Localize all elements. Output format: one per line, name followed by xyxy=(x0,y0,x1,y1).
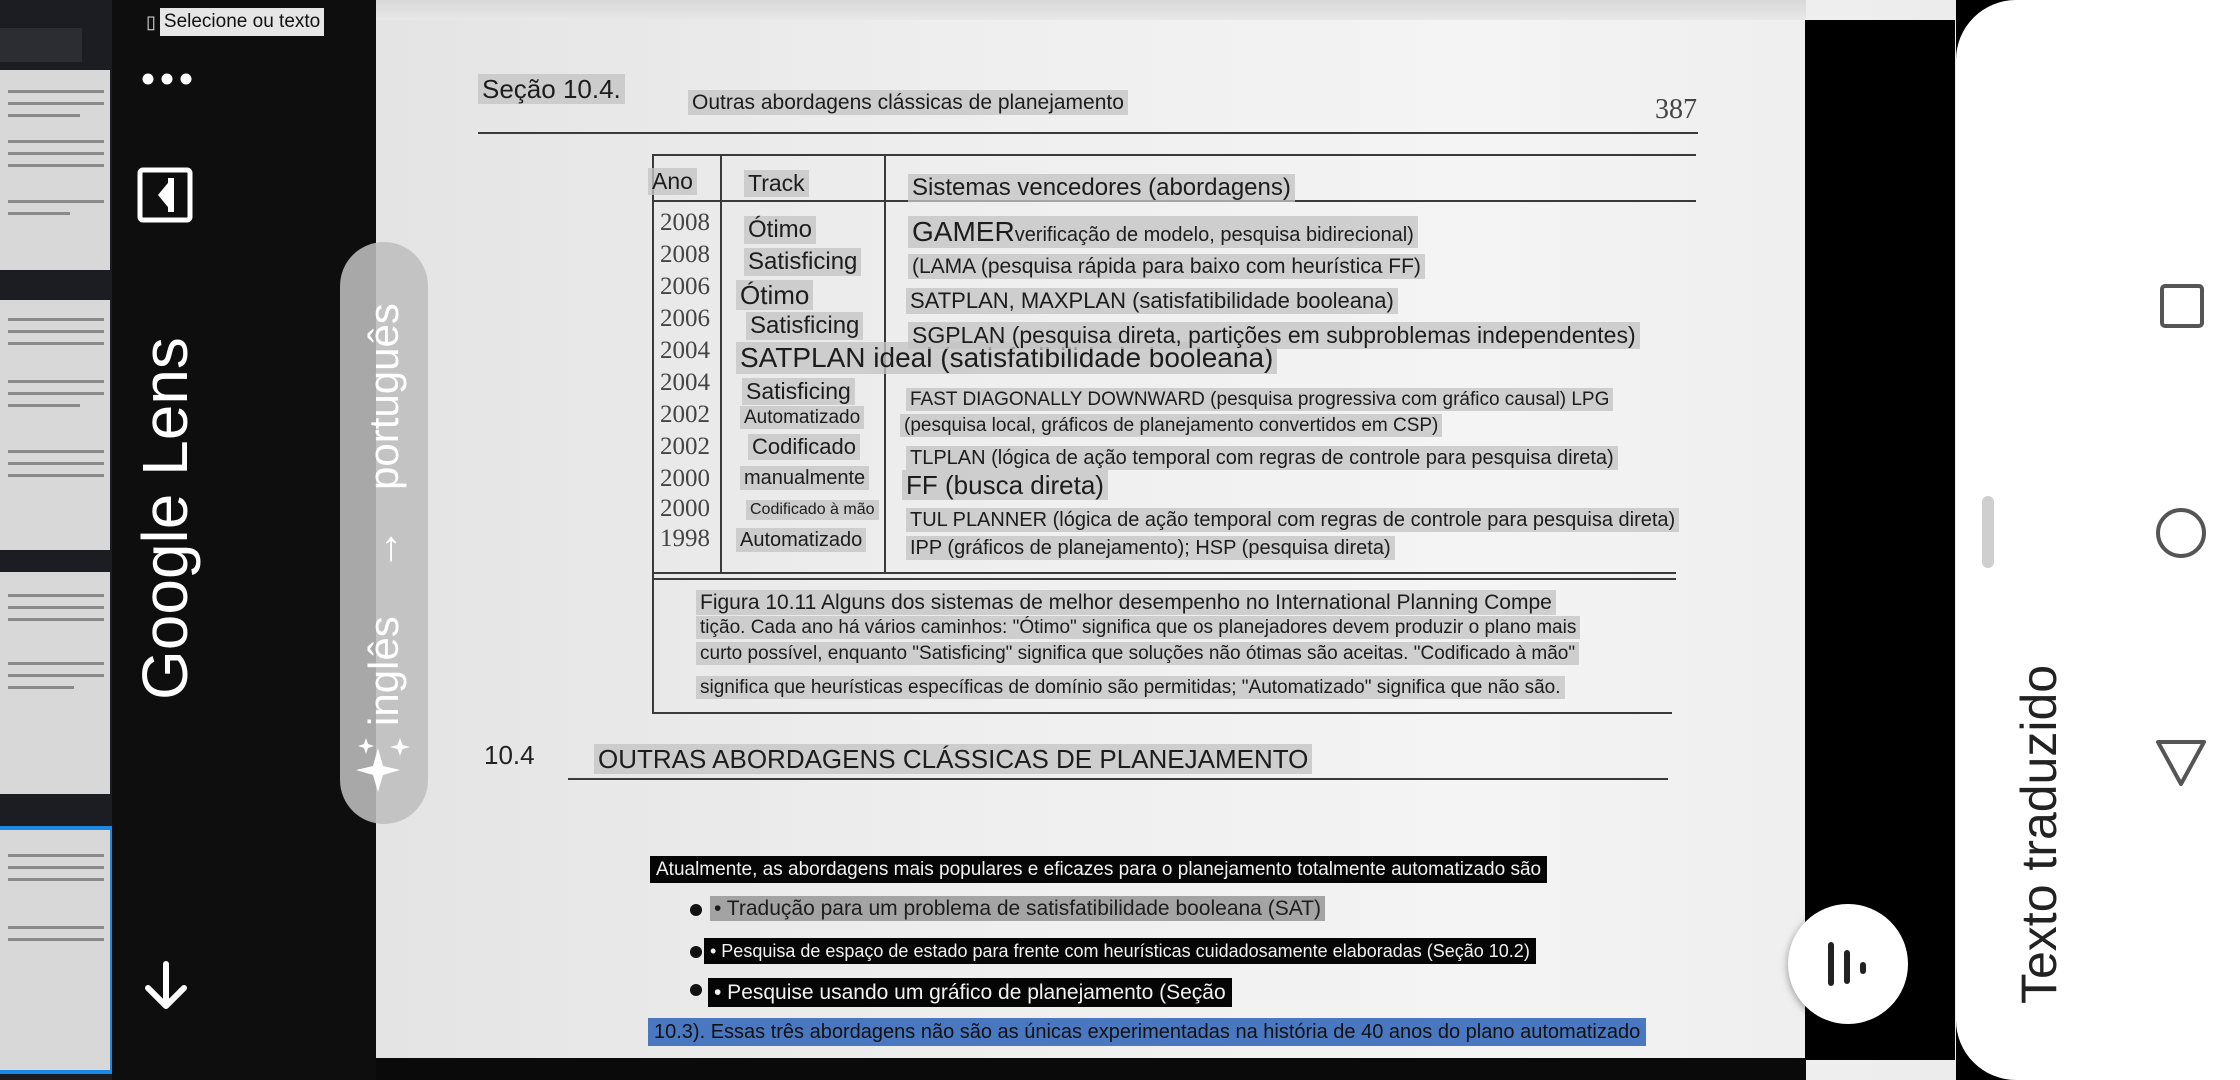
app-title: Google Lens xyxy=(129,337,201,700)
section-label[interactable]: Seção 10.4. xyxy=(478,74,625,104)
table-cell-system[interactable]: GAMERverificação de modelo, pesquisa bid… xyxy=(908,216,1418,248)
select-text-chip[interactable]: ▯ Selecione ou texto xyxy=(146,6,325,38)
sheet-drag-handle[interactable] xyxy=(1982,496,1994,568)
table-rule xyxy=(652,712,1672,714)
table-cell-year: 2004 xyxy=(660,369,710,396)
table-cell-track[interactable]: Satisficing xyxy=(742,378,855,405)
select-text-label: Selecione ou texto xyxy=(159,8,325,36)
heading-number: 10.4 xyxy=(484,740,535,770)
listen-button[interactable] xyxy=(1788,904,1908,1024)
table-cell-system[interactable]: TUL PLANNER (lógica de ação temporal com… xyxy=(906,508,1680,532)
section-heading[interactable]: OUTRAS ABORDAGENS CLÁSSICAS DE PLANEJAME… xyxy=(594,744,1313,774)
bullet-dot xyxy=(690,984,702,996)
bullet-item[interactable]: • Pesquisa de espaço de estado para fren… xyxy=(704,938,1536,964)
figure-caption-line[interactable]: curto possível, enquanto "Satisficing" s… xyxy=(696,642,1580,665)
bullet-item[interactable]: • Tradução para um problema de satisfati… xyxy=(710,896,1325,921)
language-arrow: → xyxy=(360,528,407,570)
page-thumbnail[interactable] xyxy=(0,300,110,550)
table-cell-system[interactable]: IPP (gráficos de planejamento); HSP (pes… xyxy=(906,536,1395,560)
table-cell-system-large[interactable]: FF (busca direta) xyxy=(902,470,1108,500)
translated-text-label[interactable]: Texto traduzido xyxy=(2010,665,2068,1004)
figure-caption-line[interactable]: Figura 10.11 Alguns dos sistemas de melh… xyxy=(696,590,1556,615)
table-cell-track[interactable]: Satisficing xyxy=(746,312,864,340)
system-detail: verificação de modelo, pesquisa bidireci… xyxy=(1014,224,1414,246)
listen-icon xyxy=(1828,942,1866,986)
table-cell-track[interactable]: Ótimo xyxy=(736,280,814,310)
bullet-item[interactable]: • Pesquise usando um gráfico de planejam… xyxy=(708,978,1232,1007)
figure-caption-line[interactable]: tição. Cada ano há vários caminhos: "Óti… xyxy=(696,616,1581,639)
table-rule xyxy=(652,578,1676,580)
target-language[interactable]: português xyxy=(360,303,408,490)
table-cell-year: 2002 xyxy=(660,433,710,460)
page-thumbnail-selected[interactable] xyxy=(0,826,114,1074)
page-edge xyxy=(376,0,1806,20)
page-thumbnail[interactable] xyxy=(0,70,110,270)
table-cell-year: 2006 xyxy=(660,305,710,332)
table-header-systems[interactable]: Sistemas vencedores (abordagens) xyxy=(908,174,1295,202)
table-rule xyxy=(652,154,1696,156)
table-cell-track[interactable]: Ótimo xyxy=(744,216,817,244)
page-number: 387 xyxy=(1655,94,1697,125)
table-cell-year: 2008 xyxy=(660,241,710,268)
table-cell-system[interactable]: FAST DIAGONALLY DOWNWARD (pesquisa progr… xyxy=(906,388,1614,411)
paragraph-intro[interactable]: Atualmente, as abordagens mais populares… xyxy=(650,856,1548,883)
table-cell-year: 2000 xyxy=(660,495,710,522)
more-icon[interactable] xyxy=(138,64,198,94)
circle-icon[interactable] xyxy=(2154,506,2208,560)
table-cell-track[interactable]: Codificado xyxy=(748,434,860,460)
table-cell-system[interactable]: SATPLAN, MAXPLAN (satisfatibilidade bool… xyxy=(906,288,1398,314)
table-cell-year: 2008 xyxy=(660,209,710,236)
triangle-icon[interactable] xyxy=(2154,736,2208,790)
table-rule xyxy=(652,572,1676,574)
square-icon[interactable] xyxy=(2158,282,2206,330)
table-rule xyxy=(652,154,654,712)
table-cell-year: 2004 xyxy=(660,337,710,364)
table-cell-system[interactable]: (LAMA (pesquisa rápida para baixo com he… xyxy=(908,254,1425,279)
thumbnail-toolbar xyxy=(0,28,82,62)
table-cell-track[interactable]: Automatizado xyxy=(736,528,867,552)
table-cell-year: 2000 xyxy=(660,465,710,492)
source-language[interactable]: inglês xyxy=(360,616,408,726)
select-text-icon: ▯ xyxy=(146,11,156,32)
page-thumbnail-strip xyxy=(0,0,114,1080)
table-rule xyxy=(720,154,722,572)
table-header-year[interactable]: Ano xyxy=(648,168,697,195)
page-thumbnail[interactable] xyxy=(0,572,110,794)
table-cell-track[interactable]: Satisficing xyxy=(744,248,862,276)
figure-caption-line[interactable]: significa que heurísticas específicas de… xyxy=(696,676,1565,699)
bullet-dot xyxy=(690,904,702,916)
table-cell-system[interactable]: (pesquisa local, gráficos de planejament… xyxy=(900,414,1443,437)
paragraph-end-selected[interactable]: 10.3). Essas três abordagens não são as … xyxy=(648,1018,1647,1046)
bottom-edge xyxy=(376,1058,1806,1080)
table-cell-system[interactable]: TLPLAN (lógica de ação temporal com regr… xyxy=(906,446,1618,470)
running-head[interactable]: Outras abordagens clássicas de planejame… xyxy=(688,90,1128,115)
system-name: GAMER xyxy=(912,216,1015,247)
table-cell-year: 2006 xyxy=(660,273,710,300)
heading-rule xyxy=(568,778,1668,780)
page-toggle-icon[interactable] xyxy=(136,166,196,226)
table-cell-system[interactable]: SGPLAN (pesquisa direta, partições em su… xyxy=(908,322,1640,349)
table-cell-track[interactable]: Automatizado xyxy=(740,406,865,429)
table-cell-track[interactable]: Codificado à mão xyxy=(746,500,879,520)
table-header-track[interactable]: Track xyxy=(744,170,809,197)
table-cell-track[interactable]: manualmente xyxy=(740,466,870,490)
bullet-dot xyxy=(690,946,702,958)
header-rule xyxy=(478,132,1698,134)
download-arrow-icon[interactable] xyxy=(138,958,194,1014)
sparkle-icon xyxy=(356,736,412,792)
table-cell-year: 2002 xyxy=(660,401,710,428)
table-cell-year: 1998 xyxy=(660,525,710,552)
